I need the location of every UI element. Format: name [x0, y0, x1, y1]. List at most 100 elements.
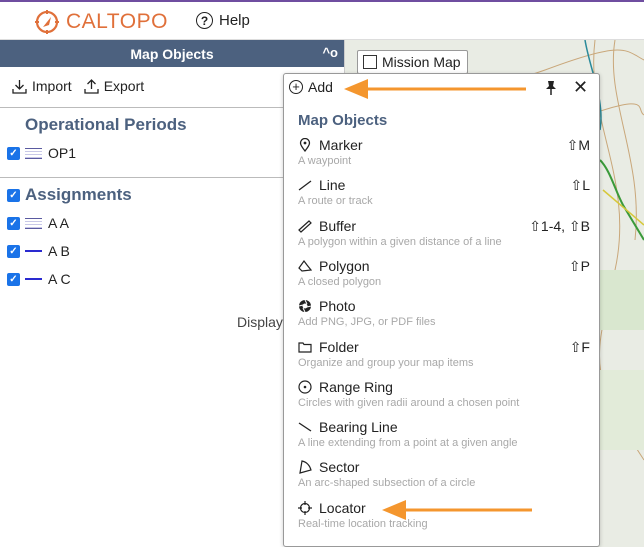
plus-circle-icon: +: [289, 80, 303, 94]
display-text: Display: [237, 314, 283, 330]
list-item-ac[interactable]: ✓ A C: [7, 271, 71, 287]
menu-item-row: Range Ring: [298, 378, 590, 396]
collapse-button[interactable]: ^o: [322, 45, 338, 60]
menu-item-row: Marker ⇧M: [298, 136, 590, 154]
logo-text: CALTOPO: [66, 10, 168, 33]
caltopo-logo[interactable]: CALTOPO: [34, 8, 168, 36]
menu-item-row: Buffer ⇧1-4, ⇧B: [298, 217, 590, 235]
checkbox[interactable]: ✓: [7, 188, 20, 202]
section-title-operational-periods: Operational Periods: [25, 115, 187, 134]
menu-item-label: Line: [319, 177, 346, 194]
locator-icon: [298, 500, 312, 515]
line-swatch-icon: [25, 278, 42, 280]
keyboard-shortcut: ⇧L: [570, 177, 590, 194]
menu-item-description: Organize and group your map items: [298, 356, 474, 369]
keyboard-shortcut: ⇧P: [568, 257, 590, 274]
import-export-row: Import Export: [12, 78, 156, 94]
menu-item-description: Circles with given radii around a chosen…: [298, 396, 520, 409]
add-menu-item-folder[interactable]: Folder ⇧F Organize and group your map item…: [298, 338, 590, 369]
menu-item-label: Locator: [319, 499, 366, 516]
item-label: A C: [48, 271, 71, 287]
menu-item-label: Buffer: [319, 217, 357, 234]
compass-logo-icon: [35, 10, 59, 34]
import-icon: [12, 79, 27, 94]
section-title-assignments: Assignments: [25, 185, 132, 204]
mission-map-label: Mission Map: [382, 54, 461, 70]
menu-item-description: A polygon within a given distance of a l…: [298, 235, 502, 248]
add-label: Add: [308, 79, 333, 95]
list-item-aa[interactable]: ✓ A A: [7, 215, 69, 231]
assignments-header[interactable]: ✓ Assignments: [7, 185, 132, 205]
add-menu-item-marker[interactable]: Marker ⇧M A waypoint: [298, 136, 590, 167]
add-menu-section-title: Map Objects: [298, 112, 388, 129]
menu-item-row: Polygon ⇧P: [298, 257, 590, 275]
add-menu-item-range-ring[interactable]: Range Ring Circles with given radii aroun…: [298, 378, 590, 409]
add-menu-item-sector[interactable]: Sector An arc-shaped subsection of a circ…: [298, 458, 590, 489]
annotation-arrow: [344, 79, 526, 99]
sector-icon: [298, 460, 312, 475]
item-label: OP1: [48, 145, 77, 161]
export-label: Export: [103, 78, 145, 94]
list-item-ab[interactable]: ✓ A B: [7, 243, 70, 259]
item-label: A A: [48, 215, 70, 231]
shape-swatch-icon: [25, 147, 42, 159]
polygon-icon: [298, 259, 312, 273]
menu-item-row: Sector: [298, 458, 590, 476]
add-menu-item-buffer[interactable]: Buffer ⇧1-4, ⇧B A polygon within a given d…: [298, 217, 590, 248]
menu-item-description: A line extending from a point at a given…: [298, 437, 518, 450]
menu-item-row: Line ⇧L: [298, 176, 590, 194]
top-bar: CALTOPO ? Help: [0, 0, 644, 40]
keyboard-shortcut: ⇧F: [569, 338, 590, 355]
checkbox[interactable]: ✓: [7, 244, 20, 258]
checkbox[interactable]: ✓: [7, 216, 20, 230]
menu-item-label: Bearing Line: [319, 419, 398, 436]
bearing-line-icon: [298, 420, 312, 434]
checkbox[interactable]: ✓: [7, 146, 20, 160]
sidebar-title: Map Objects: [130, 45, 214, 62]
line-icon: [298, 178, 312, 192]
menu-item-description: A route or track: [298, 195, 373, 208]
checkbox[interactable]: ✓: [7, 272, 20, 286]
import-label: Import: [32, 78, 72, 94]
export-icon: [84, 78, 99, 94]
add-menu-item-photo[interactable]: Photo Add PNG, JPG, or PDF files: [298, 297, 590, 328]
expand-icon: [363, 55, 377, 69]
item-label: A B: [48, 243, 70, 259]
list-item-op1[interactable]: ✓ OP1: [7, 145, 76, 161]
help-label: Help: [219, 12, 250, 29]
folder-icon: [298, 340, 312, 354]
add-menu-item-polygon[interactable]: Polygon ⇧P A closed polygon: [298, 257, 590, 288]
marker-icon: [298, 138, 312, 152]
range-ring-icon: [298, 380, 312, 394]
photo-icon: [298, 299, 312, 313]
menu-item-description: An arc-shaped subsection of a circle: [298, 477, 476, 490]
menu-item-description: Add PNG, JPG, or PDF files: [298, 316, 436, 329]
export-button[interactable]: Export: [84, 78, 144, 94]
sidebar-header: Map Objects ^o: [0, 40, 344, 67]
menu-item-label: Polygon: [319, 257, 370, 274]
menu-item-label: Sector: [319, 459, 360, 476]
add-menu: + Add ✕ Map Objects Marker ⇧M A waypoint Li…: [283, 73, 600, 547]
menu-item-row: Bearing Line: [298, 418, 590, 436]
menu-item-label: Marker: [319, 137, 363, 153]
menu-item-label: Folder: [319, 338, 359, 355]
keyboard-shortcut: ⇧1-4, ⇧B: [529, 217, 590, 234]
menu-item-description: A waypoint: [298, 155, 352, 167]
menu-item-row: Photo: [298, 297, 590, 315]
menu-item-label: Range Ring: [319, 378, 393, 395]
import-button[interactable]: Import: [12, 78, 72, 94]
close-icon[interactable]: ✕: [573, 78, 588, 96]
add-button[interactable]: + Add: [289, 79, 333, 95]
annotation-arrow: [382, 500, 532, 520]
keyboard-shortcut: ⇧M: [566, 137, 590, 153]
pin-icon[interactable]: [544, 80, 558, 96]
shape-swatch-icon: [25, 217, 42, 229]
mission-map-button[interactable]: Mission Map: [357, 50, 468, 74]
buffer-icon: [298, 219, 312, 233]
add-menu-item-line[interactable]: Line ⇧L A route or track: [298, 176, 590, 207]
menu-item-label: Photo: [319, 298, 356, 315]
help-button[interactable]: ? Help: [196, 12, 250, 29]
help-icon: ?: [196, 12, 213, 29]
menu-item-description: A closed polygon: [298, 275, 382, 288]
add-menu-item-bearing-line[interactable]: Bearing Line A line extending from a poin…: [298, 418, 590, 449]
